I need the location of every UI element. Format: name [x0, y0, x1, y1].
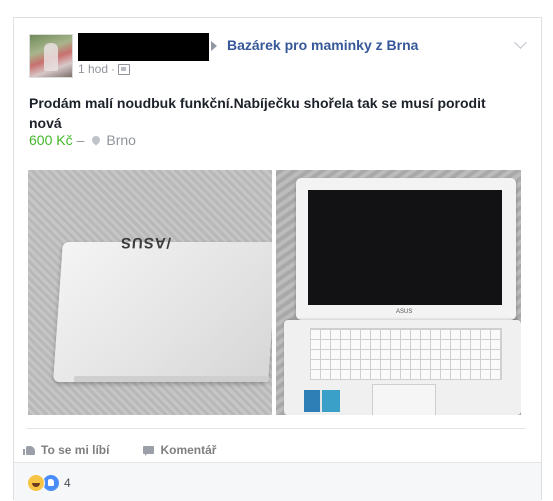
photo-closed-laptop[interactable]: /ASUS: [28, 170, 272, 415]
comment-icon: [143, 446, 155, 456]
laptop-screen-frame: ASUS: [296, 178, 516, 320]
post-actions: To se mi líbí Komentář: [23, 428, 526, 463]
price-dash: –: [76, 132, 85, 148]
price-location: 600 Kč – Brno: [29, 132, 136, 148]
post-meta: 1 hod ·: [78, 62, 131, 76]
laptop-lid: [53, 242, 272, 382]
post-text: Prodám malí noudbuk funkční.Nabíječku sh…: [29, 95, 486, 131]
price: 600 Kč: [29, 132, 73, 148]
location-pin-icon: [90, 134, 103, 146]
laptop-edge: [74, 376, 269, 382]
asus-logo: /ASUS: [119, 234, 172, 251]
laptop-stickers: [304, 390, 340, 412]
like-label: To se mi líbí: [41, 443, 110, 457]
photo-open-laptop[interactable]: ASUS: [276, 170, 521, 415]
like-button[interactable]: To se mi líbí: [23, 437, 110, 463]
comment-button[interactable]: Komentář: [143, 437, 216, 463]
laptop-base: [284, 320, 521, 415]
reactions-summary[interactable]: 4: [27, 474, 71, 492]
comment-label: Komentář: [160, 443, 217, 457]
author-avatar[interactable]: [29, 34, 73, 78]
avatar-person-icon: [44, 43, 58, 71]
chevron-down-icon[interactable]: [514, 36, 527, 49]
thumbs-up-icon: [23, 445, 35, 455]
timestamp-link[interactable]: 1 hod: [78, 62, 108, 76]
screen-asus-logo: ASUS: [396, 309, 413, 315]
post-card: Bazárek pro maminky z Brna 1 hod · Prodá…: [13, 17, 542, 501]
group-name-link[interactable]: Bazárek pro maminky z Brna: [227, 37, 418, 53]
group-audience-icon[interactable]: [118, 63, 131, 75]
haha-icon: [27, 474, 45, 492]
laptop-keyboard: [310, 328, 502, 380]
triangle-right-icon: [211, 41, 217, 51]
laptop-touchpad: [372, 384, 436, 415]
reactions-bar: 4: [14, 462, 541, 501]
meta-separator: ·: [111, 62, 116, 76]
location: Brno: [106, 132, 136, 148]
author-name-redacted: [78, 33, 209, 61]
laptop-screen: [308, 190, 502, 305]
reaction-count: 4: [64, 476, 71, 490]
